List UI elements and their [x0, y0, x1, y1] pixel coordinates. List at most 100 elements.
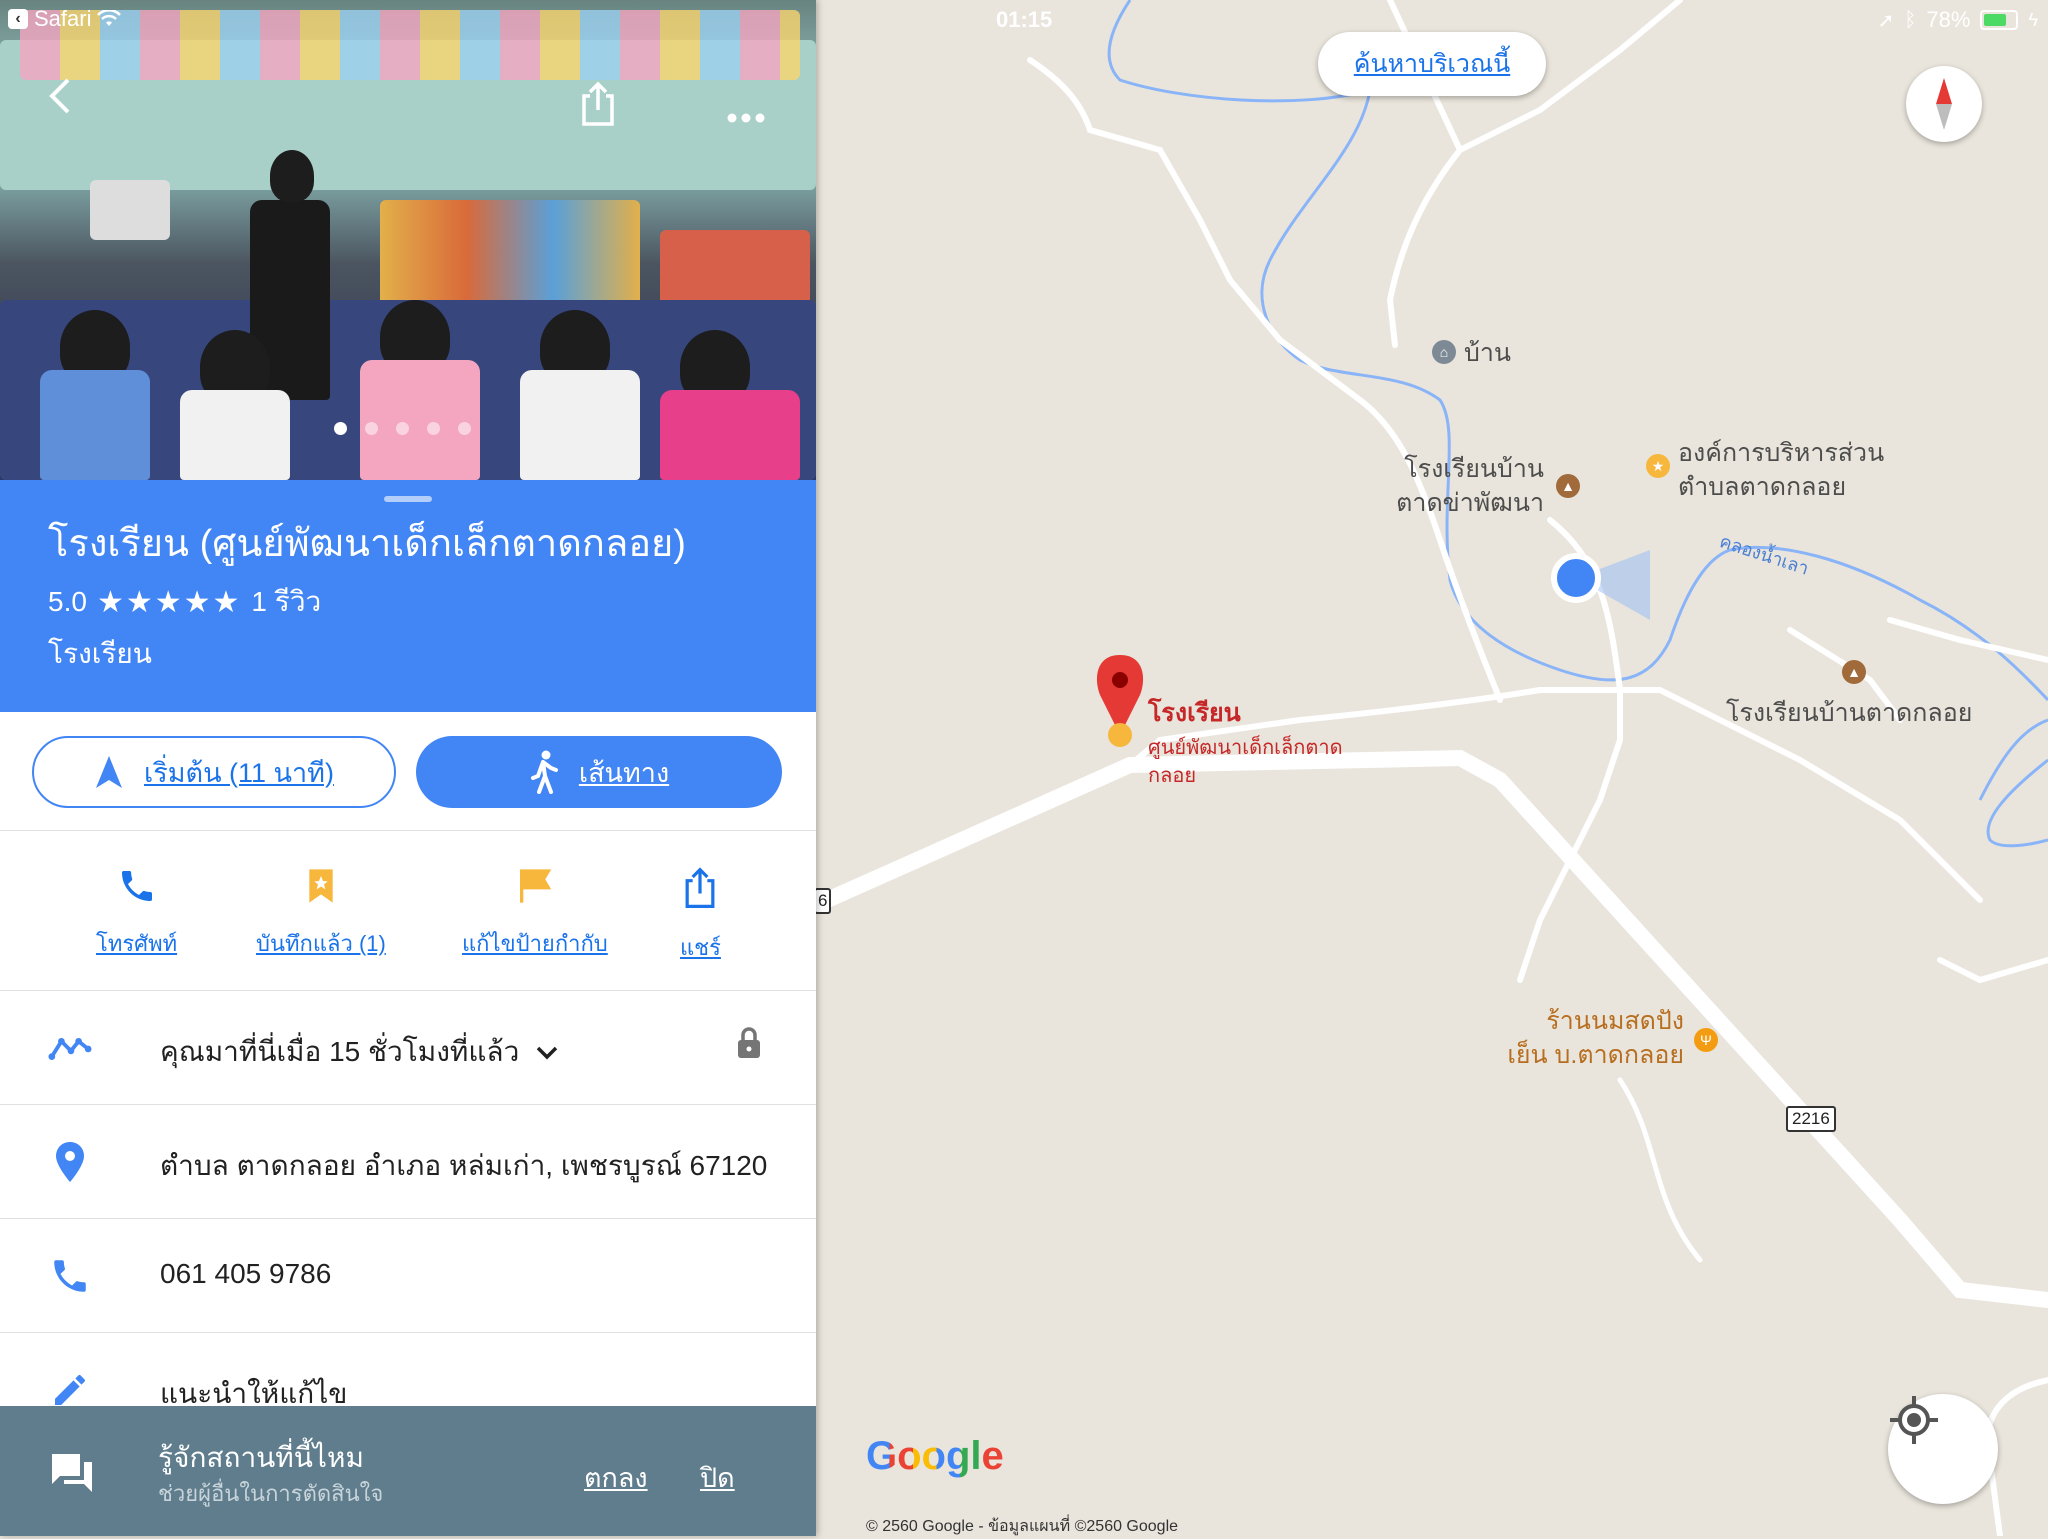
map-label-line: ร้านนมสดปัง	[1546, 1007, 1684, 1035]
photo-kid	[180, 390, 290, 480]
status-time: 01:15	[996, 7, 1053, 32]
start-navigation-button[interactable]: เริ่มต้น (11 นาที)	[32, 736, 396, 808]
more-options-icon[interactable]	[726, 86, 766, 136]
carousel-dot[interactable]	[396, 422, 409, 435]
phone-icon	[121, 871, 152, 901]
search-this-area-button[interactable]: ค้นหาบริเวณนี้	[1318, 32, 1546, 96]
selected-place-pin	[1096, 655, 1144, 747]
status-right: ➚ ᛒ 78% ϟ	[1878, 7, 2038, 33]
saved-action[interactable]: บันทึกแล้ว (1)	[256, 866, 386, 961]
directions-label: เส้นทาง	[578, 757, 670, 788]
back-to-app[interactable]: ‹ Safari	[8, 6, 122, 32]
map-label-pin-sub[interactable]: ศูนย์พัฒนาเด็กเล็กตาด กลอย	[1148, 734, 1343, 790]
share-svg	[582, 81, 614, 126]
carousel-dot[interactable]	[365, 422, 378, 435]
map-label-shop[interactable]: ร้านนมสดปัง เย็น บ.ตาดกลอย	[1490, 1004, 1684, 1072]
map-copyright[interactable]: © 2560 Google - ข้อมูลแผนที่ ©2560 Googl…	[866, 1514, 1178, 1539]
place-panel: โรงเรียน (ศูนย์พัฒนาเด็กเล็กตาดกลอย) 5.0…	[0, 0, 816, 1536]
call-action[interactable]: โทรศัพท์	[96, 866, 177, 961]
prompt-subtext: ช่วยผู้อื่นในการตัดสินใจ	[158, 1481, 384, 1506]
review-count: 1 รีวิว	[251, 586, 322, 617]
address-row[interactable]: ตำบล ตาดกลอย อำเภอ หล่มเก่า, เพชรบูรณ์ 6…	[0, 1104, 816, 1219]
rating-row[interactable]: 5.0 ★★★★★ 1 รีวิว	[48, 580, 321, 624]
photo-kid	[360, 360, 480, 480]
map-label-line: โรงเรียนบ้าน	[1404, 455, 1544, 483]
route-shield-left: 6	[814, 888, 832, 914]
location-pin-icon	[48, 1140, 92, 1184]
location-arrow-icon: ➚	[1877, 9, 1895, 32]
place-header[interactable]: โรงเรียน (ศูนย์พัฒนาเด็กเล็กตาดกลอย) 5.0…	[0, 480, 816, 712]
compass-button[interactable]	[1906, 66, 1982, 142]
map-label-home[interactable]: บ้าน	[1464, 336, 1511, 370]
phone-svg	[54, 1260, 86, 1292]
photo-kid	[40, 370, 150, 480]
back-chevron-icon[interactable]	[44, 76, 74, 127]
status-bar: ‹ Safari 01:15 ➚ ᛒ 78% ϟ	[0, 0, 2048, 40]
map-label-pin-title[interactable]: โรงเรียน	[1148, 696, 1241, 730]
know-this-place-prompt: รู้จักสถานที่นี้ไหม ช่วยผู้อื่นในการตัดส…	[0, 1406, 816, 1536]
bluetooth-icon: ᛒ	[1904, 8, 1917, 31]
phone-number: 061 405 9786	[160, 1258, 332, 1289]
lock-icon	[736, 1026, 762, 1065]
map-label-line: กลอย	[1148, 765, 1197, 787]
battery-fill	[1984, 14, 2007, 26]
school-icon[interactable]: ▲	[1842, 660, 1866, 684]
bookmark-star-icon	[309, 869, 333, 903]
rating-stars: ★★★★★	[96, 585, 242, 619]
photo-kid	[520, 370, 640, 480]
visited-text: คุณมาที่นี่เมื่อ 15 ชั่วโมงที่แล้ว	[160, 1030, 559, 1074]
map-label-line: เย็น บ.ตาดกลอย	[1507, 1041, 1684, 1069]
timeline-svg	[48, 1037, 92, 1060]
saved-label: บันทึกแล้ว (1)	[256, 931, 386, 956]
share-icon[interactable]	[578, 80, 618, 139]
drag-handle[interactable]	[384, 496, 432, 502]
route-shield-2216: 2216	[1786, 1106, 1836, 1132]
prompt-question: รู้จักสถานที่นี้ไหม	[158, 1442, 364, 1473]
back-app-label: Safari	[34, 6, 92, 31]
compass-icon	[1936, 78, 1952, 130]
my-location-button[interactable]	[1888, 1394, 1998, 1504]
share-label: แชร์	[680, 935, 721, 960]
home-icon[interactable]: ⌂	[1432, 340, 1456, 364]
back-arrow-icon: ‹	[8, 9, 28, 29]
carousel-dot[interactable]	[458, 422, 471, 435]
map-label-line: ตาดข่าพัฒนา	[1396, 489, 1544, 517]
edit-label-text: แก้ไขป้ายกำกับ	[462, 931, 608, 956]
location-pin-svg	[56, 1142, 84, 1182]
current-location-dot	[1551, 553, 1601, 603]
map-label-sao[interactable]: องค์การบริหารส่วน ตำบลตาดกลอย	[1678, 436, 1884, 504]
carousel-dot[interactable]	[334, 422, 347, 435]
chevron-down-icon[interactable]	[535, 1045, 559, 1061]
visited-label: คุณมาที่นี่เมื่อ 15 ชั่วโมงที่แล้ว	[160, 1036, 520, 1067]
rating-value: 5.0	[48, 586, 87, 617]
place-photo-carousel[interactable]	[0, 0, 816, 480]
map-label-school-2[interactable]: โรงเรียนบ้านตาดกลอย	[1726, 696, 1972, 730]
google-logo: Google	[866, 1434, 1004, 1479]
phone-icon	[48, 1254, 92, 1298]
lock-svg	[738, 1027, 760, 1058]
photo-teacher-head	[270, 150, 314, 202]
charging-icon: ϟ	[2028, 9, 2038, 30]
flag-icon	[519, 869, 552, 903]
primary-actions: เริ่มต้น (11 นาที) เส้นทาง	[0, 712, 816, 831]
battery-percent: 78%	[1926, 7, 1971, 32]
school-icon[interactable]: ▲	[1556, 474, 1580, 498]
carousel-dot[interactable]	[427, 422, 440, 435]
directions-button[interactable]: เส้นทาง	[416, 736, 782, 808]
prompt-close-button[interactable]: ปิด	[700, 1456, 735, 1499]
visited-row[interactable]: คุณมาที่นี่เมื่อ 15 ชั่วโมงที่แล้ว	[0, 990, 816, 1105]
share-action[interactable]: แชร์	[680, 866, 721, 965]
share-icon	[686, 867, 715, 908]
google-logo-text: Google	[866, 1434, 1004, 1478]
restaurant-icon[interactable]: Ψ	[1694, 1028, 1718, 1052]
map-label-line: ศูนย์พัฒนาเด็กเล็กตาด	[1148, 737, 1343, 759]
start-label: เริ่มต้น (11 นาที)	[144, 757, 334, 788]
prompt-ok-button[interactable]: ตกลง	[584, 1456, 648, 1499]
map-label-school-1[interactable]: โรงเรียนบ้าน ตาดข่าพัฒนา	[1396, 452, 1544, 520]
wifi-icon	[97, 10, 122, 26]
call-label: โทรศัพท์	[96, 931, 178, 956]
government-star-icon[interactable]: ★	[1646, 454, 1670, 478]
map-label-line: ตำบลตาดกลอย	[1678, 473, 1847, 501]
edit-label-action[interactable]: แก้ไขป้ายกำกับ	[462, 866, 608, 961]
phone-row[interactable]: 061 405 9786	[0, 1218, 816, 1333]
